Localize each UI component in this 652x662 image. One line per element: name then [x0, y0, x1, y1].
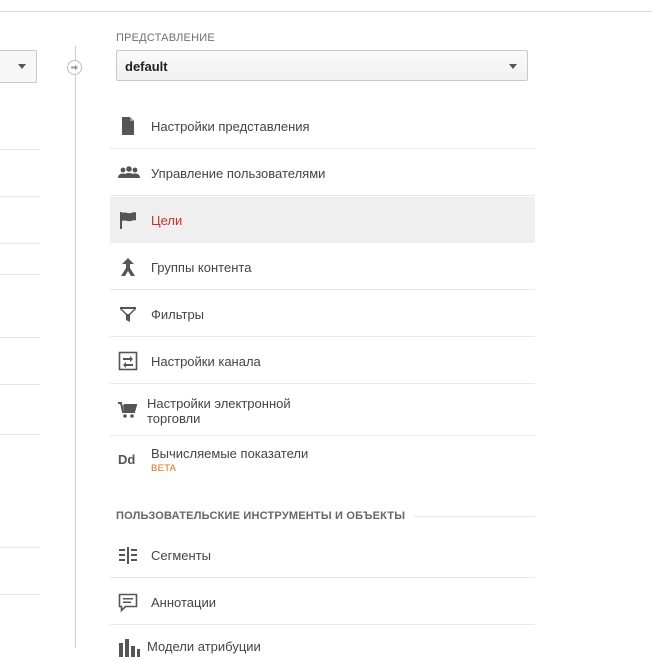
cart-icon: [118, 400, 138, 420]
menu-item-label: Цели: [151, 213, 183, 228]
menu-item-label: Управление пользователями: [151, 166, 326, 181]
beta-badge: BETA: [151, 463, 177, 474]
menu-item-content-groups[interactable]: Группы контента: [110, 244, 535, 290]
menu-item-attribution-models[interactable]: Модели атрибуции: [110, 626, 535, 657]
account-select[interactable]: [0, 50, 37, 83]
menu-item-user-management[interactable]: Управление пользователями: [110, 150, 535, 196]
menu-item-segments[interactable]: Сегменты: [110, 532, 535, 578]
menu-item-label: Настройки представления: [151, 119, 310, 134]
chevron-down-icon: [18, 64, 26, 69]
tools-section-label: ПОЛЬЗОВАТЕЛЬСКИЕ ИНСТРУМЕНТЫ И ОБЪЕКТЫ: [116, 510, 406, 522]
channel-settings-icon: [118, 351, 138, 371]
left-divider: [0, 274, 40, 275]
top-divider: [0, 11, 652, 12]
menu-item-filters[interactable]: Фильтры: [110, 291, 535, 337]
flag-icon: [118, 210, 138, 230]
menu-item-calculated-metrics[interactable]: Dd Вычисляемые показатели BETA: [110, 436, 535, 488]
menu-item-channel-settings[interactable]: Настройки канала: [110, 338, 535, 384]
dd-icon: Dd: [118, 452, 136, 467]
view-section-label: ПРЕДСТАВЛЕНИЕ: [116, 32, 215, 44]
annotation-icon: [118, 593, 138, 613]
left-divider: [0, 594, 40, 595]
menu-item-label: Группы контента: [151, 260, 252, 275]
menu-item-label: Аннотации: [151, 595, 216, 610]
chevron-down-icon: [509, 64, 517, 69]
menu-item-goals[interactable]: Цели: [110, 197, 535, 243]
users-icon: [118, 163, 140, 183]
menu-item-label: Настройки канала: [151, 354, 261, 369]
left-divider: [0, 547, 40, 548]
menu-item-annotations[interactable]: Аннотации: [110, 579, 535, 625]
left-divider: [0, 243, 40, 244]
menu-item-view-settings[interactable]: Настройки представления: [110, 103, 535, 149]
left-divider: [0, 434, 40, 435]
menu-item-label: Вычисляемые показатели: [151, 446, 309, 461]
filter-icon: [118, 304, 138, 324]
menu-item-ecommerce-settings[interactable]: Настройки электронной торговли: [110, 385, 535, 436]
document-icon: [118, 116, 138, 136]
menu-item-label: Настройки электронной торговли: [147, 396, 291, 426]
menu-item-label: Фильтры: [151, 307, 205, 322]
left-divider: [0, 337, 40, 338]
column-connector: [75, 46, 76, 648]
segments-icon: [118, 546, 138, 566]
content-group-icon: [118, 257, 138, 277]
section-divider: [414, 516, 535, 517]
left-divider: [0, 149, 40, 150]
left-divider: [0, 384, 40, 385]
arrow-right-icon: [67, 60, 82, 75]
view-select-value: default: [125, 59, 168, 74]
attribution-icon: [118, 637, 140, 657]
left-divider: [0, 196, 40, 197]
menu-item-label: Модели атрибуции: [147, 639, 261, 654]
view-select[interactable]: default: [116, 50, 528, 81]
menu-item-label: Сегменты: [151, 548, 212, 563]
